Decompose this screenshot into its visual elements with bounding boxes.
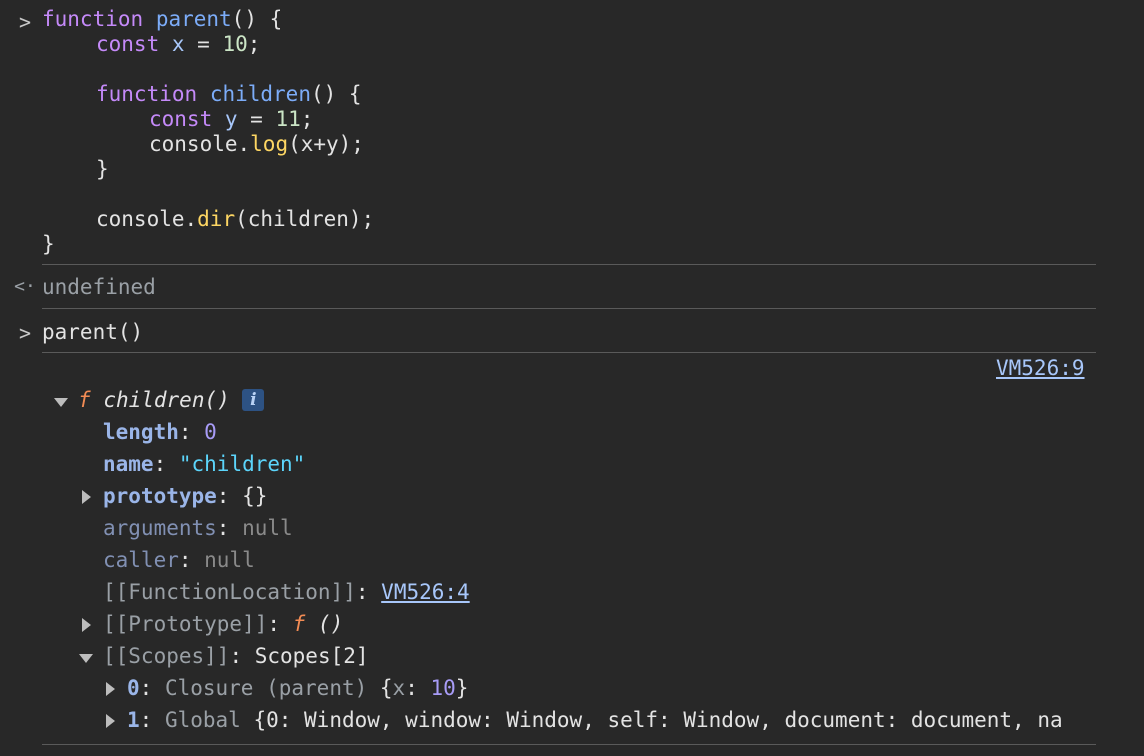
separator — [42, 352, 1096, 353]
code-line-9: console.dir(children); — [96, 207, 375, 231]
code-line-5: const y = 11; — [149, 107, 314, 131]
prop-caller: caller: null — [103, 548, 255, 572]
function-header[interactable]: f children() i — [78, 388, 265, 413]
result-undefined: undefined — [42, 275, 156, 299]
expand-scopes-toggle[interactable] — [79, 654, 93, 663]
info-icon[interactable]: i — [242, 389, 265, 411]
prop-length: length: 0 — [103, 420, 217, 444]
expand-children-function-toggle[interactable] — [54, 398, 68, 407]
prop-name: name: "children" — [103, 452, 306, 476]
code-line-2: const x = 10; — [96, 32, 261, 56]
separator — [42, 308, 1096, 309]
prop-function-location: [[FunctionLocation]]: VM526:4 — [103, 580, 470, 604]
output-prompt-icon: <· — [14, 276, 36, 297]
source-link-vm526-9[interactable]: VM526:9 — [996, 356, 1085, 381]
prop-scopes[interactable]: [[Scopes]]: Scopes[2] — [103, 644, 369, 669]
scope-closure-parent[interactable]: 0: Closure (parent) {x: 10} — [127, 676, 468, 701]
prop-arguments: arguments: null — [103, 516, 293, 540]
code-line-6: console.log(x+y); — [149, 132, 364, 156]
prop-prototype-internal[interactable]: [[Prototype]]: f () — [103, 612, 343, 637]
code-line-10: } — [42, 232, 55, 256]
prop-prototype[interactable]: prototype: {} — [103, 484, 267, 509]
expand-scope-0-toggle[interactable] — [106, 682, 115, 696]
scope-global[interactable]: 1: Global {0: Window, window: Window, se… — [127, 708, 1103, 733]
function-location-link[interactable]: VM526:4 — [381, 580, 470, 604]
input-prompt-icon: > — [18, 10, 32, 34]
expand-prototype-internal-toggle[interactable] — [82, 618, 91, 632]
expand-scope-1-toggle[interactable] — [106, 714, 115, 728]
separator — [42, 744, 1096, 745]
command-parent-call: parent() — [42, 320, 144, 344]
separator — [42, 264, 1096, 265]
code-line-4: function children() { — [96, 82, 362, 106]
code-line-1: function parent() { — [42, 7, 283, 31]
expand-prototype-toggle[interactable] — [82, 490, 91, 504]
input-prompt-icon: > — [18, 321, 32, 345]
code-line-7: } — [96, 157, 109, 181]
